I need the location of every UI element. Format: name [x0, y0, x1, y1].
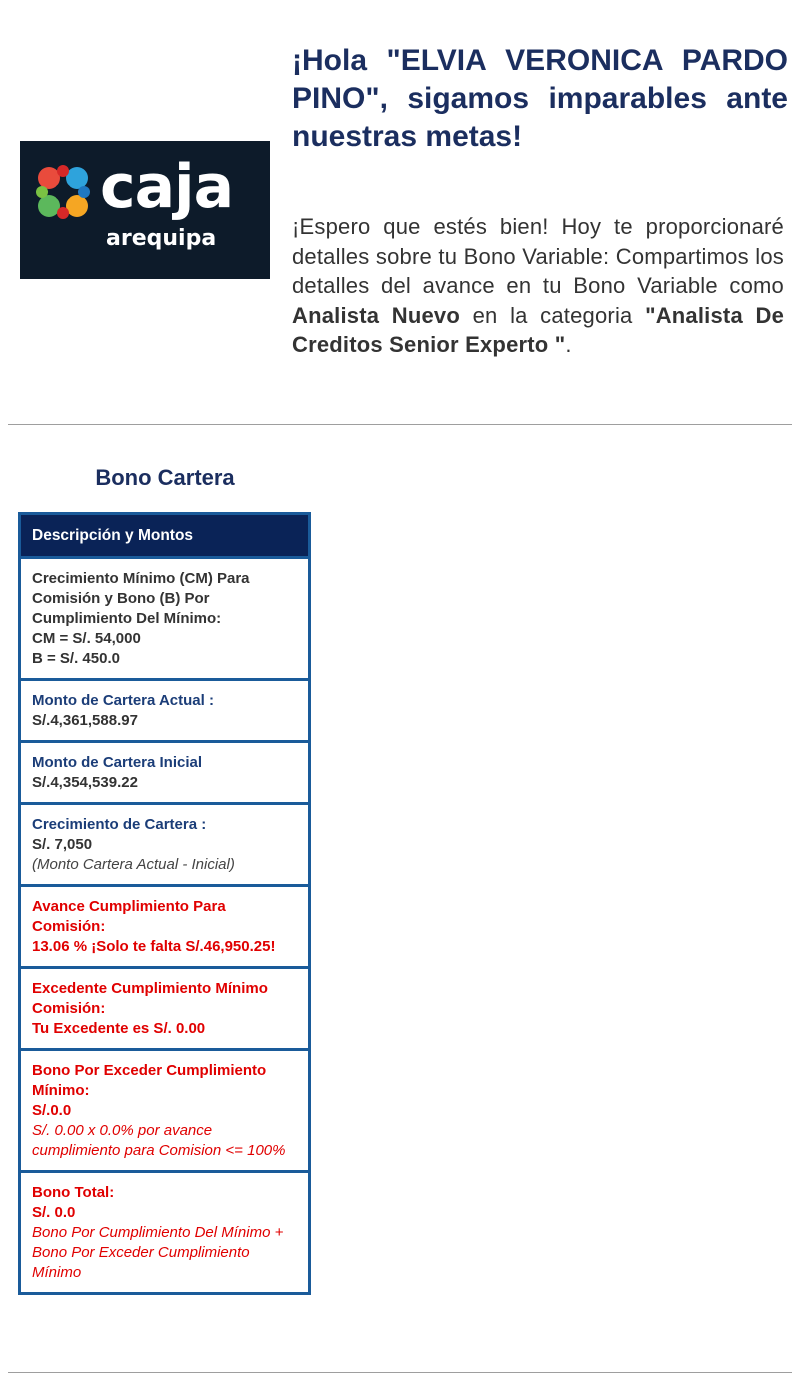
row-label: Monto de Cartera Actual :: [32, 692, 214, 709]
role-name: Analista Nuevo: [292, 302, 461, 328]
table-header-row: Descripción y Montos: [18, 512, 311, 559]
intro-paragraph: ¡Espero que estés bien! Hoy te proporcio…: [292, 212, 784, 360]
row-note: (Monto Cartera Actual - Inicial): [32, 856, 235, 873]
table-row-excess-bonus: Bono Por Exceder Cumplimiento Mínimo: S/…: [18, 1048, 311, 1173]
table-cell: Crecimiento de Cartera : S/. 7,050 (Mont…: [18, 802, 311, 887]
table-row-commission-progress: Avance Cumplimiento Para Comisión: 13.06…: [18, 884, 311, 969]
row-label: Crecimiento de Cartera :: [32, 816, 207, 833]
row-value: S/. 7,050: [32, 836, 93, 853]
row-note: Bono Por Cumplimiento Del Mínimo + Bono …: [32, 1224, 284, 1281]
row-value: S/.4,361,588.97: [32, 712, 138, 729]
logo-subtext: arequipa: [106, 226, 217, 251]
table-row-initial-portfolio: Monto de Cartera Inicial S/.4,354,539.22: [18, 740, 311, 805]
row-label: Monto de Cartera Inicial: [32, 754, 203, 771]
row-label: Bono Por Exceder Cumplimiento Mínimo:: [32, 1062, 267, 1099]
table-row-total-bonus: Bono Total: S/. 0.0 Bono Por Cumplimient…: [18, 1170, 311, 1295]
row-label: Excedente Cumplimiento Mínimo Comisión:: [32, 980, 268, 1017]
table-cell: Avance Cumplimiento Para Comisión: 13.06…: [18, 884, 311, 969]
row-label: Avance Cumplimiento Para Comisión:: [32, 898, 226, 935]
table-row-excess-minimum: Excedente Cumplimiento Mínimo Comisión: …: [18, 966, 311, 1051]
row-value: S/. 0.0: [32, 1204, 76, 1221]
intro-prefix: ¡Espero que estés bien! Hoy te proporcio…: [292, 214, 784, 298]
row-note: S/. 0.00 x 0.0% por avance cumplimiento …: [32, 1122, 286, 1159]
table-cell: Bono Total: S/. 0.0 Bono Por Cumplimient…: [18, 1170, 311, 1295]
table-cell: Excedente Cumplimiento Mínimo Comisión: …: [18, 966, 311, 1051]
row-label: Bono Total:: [32, 1184, 115, 1201]
bottom-divider: [8, 1372, 792, 1373]
intro-middle: en la categoria: [460, 302, 646, 328]
row-label: Crecimiento Mínimo (CM) Para Comisión y …: [32, 570, 250, 627]
table-header: Descripción y Montos: [18, 512, 311, 559]
table-cell: Monto de Cartera Actual : S/.4,361,588.9…: [18, 678, 311, 743]
email-header: caja arequipa ¡Hola "ELVIA VERONICA PARD…: [0, 0, 800, 420]
section-title: Bono Cartera: [95, 465, 235, 490]
row-value-bono: B = S/. 450.0: [32, 650, 120, 667]
table-row-current-portfolio: Monto de Cartera Actual : S/.4,361,588.9…: [18, 678, 311, 743]
row-value-cm: CM = S/. 54,000: [32, 630, 141, 647]
top-divider: [8, 424, 792, 425]
table-cell: Monto de Cartera Inicial S/.4,354,539.22: [18, 740, 311, 805]
row-value: S/.0.0: [32, 1102, 72, 1119]
intro-suffix: .: [565, 332, 572, 357]
caja-arequipa-logo: caja arequipa: [20, 141, 270, 279]
row-value: Tu Excedente es S/. 0.00: [32, 1020, 206, 1037]
table-cell: Bono Por Exceder Cumplimiento Mínimo: S/…: [18, 1048, 311, 1173]
greeting-heading: ¡Hola "ELVIA VERONICA PARDO PINO", sigam…: [292, 44, 788, 153]
row-value: 13.06 % ¡Solo te falta S/.46,950.25!: [32, 938, 276, 955]
table-row-minimum-growth: Crecimiento Mínimo (CM) Para Comisión y …: [18, 556, 311, 681]
caja-arequipa-emblem-icon: [36, 165, 90, 219]
logo-wordmark: caja: [100, 152, 234, 222]
row-value: S/.4,354,539.22: [32, 774, 138, 791]
table-cell: Crecimiento Mínimo (CM) Para Comisión y …: [18, 556, 311, 681]
table-row-portfolio-growth: Crecimiento de Cartera : S/. 7,050 (Mont…: [18, 802, 311, 887]
bono-cartera-table: Descripción y Montos Crecimiento Mínimo …: [18, 512, 311, 1295]
